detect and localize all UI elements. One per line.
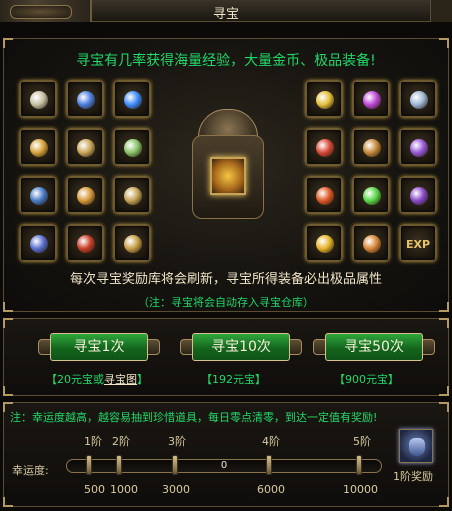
bracelet-icon [30,187,48,205]
treasure-panel: 寻宝有几率获得海量经验，大量金币、极品装备! EXP 每次寻宝奖励库将会刷新，寻… [3,38,449,312]
reward-slot[interactable] [114,129,150,165]
reward-pool-left [20,81,150,261]
tier-1-marker [86,455,92,475]
reward-slot[interactable] [306,177,342,213]
tier-4-label: 4阶 [262,435,280,448]
reward-slot[interactable] [353,177,389,213]
luck-label: 幸运度: [12,464,49,477]
draw-panel: 寻宝1次 寻宝10次 寻宝50次 【20元宝或寻宝图】 【192元宝】 【900… [3,318,449,396]
reward-slot[interactable] [306,81,342,117]
tier-5-label: 5阶 [353,435,371,448]
reward-slot[interactable] [20,81,56,117]
reward-slot[interactable] [67,177,103,213]
reward-slot[interactable] [400,129,436,165]
tier-reward-label: 1阶奖励 [393,470,433,483]
reward-slot[interactable] [400,81,436,117]
luck-progress-bar: 0 [66,459,382,473]
gold-bracelet-icon [77,187,95,205]
ring-icon [30,91,48,109]
reward-slot[interactable] [67,81,103,117]
window-title: 寻宝 [212,7,239,22]
reward-slot[interactable] [114,81,150,117]
gold-orb-icon [316,91,334,109]
red-orb-icon [316,187,334,205]
storage-note: （注：寻宝将会自动存入寻宝仓库） [138,296,314,309]
gold-box-icon [316,235,334,253]
reward-slot[interactable] [20,177,56,213]
root-icon [363,139,381,157]
silver-orb-icon [410,91,428,109]
draw-fifty-label: 寻宝50次 [325,333,423,361]
reward-slot[interactable] [67,225,103,261]
treasure-map-link[interactable]: 寻宝图 [104,373,137,386]
boots-icon [30,235,48,253]
draw-fifty-cost: 【900元宝】 [334,373,399,386]
bag-icon [409,438,425,456]
sapphire-ring-icon [77,91,95,109]
reward-slot[interactable] [353,81,389,117]
tier-5-marker [356,455,362,475]
reward-slot[interactable] [306,129,342,165]
tier-reward-bag-icon[interactable] [399,429,433,463]
reward-slot[interactable] [114,177,150,213]
draw-ten-button[interactable]: 寻宝10次 [180,333,302,361]
draw-once-button[interactable]: 寻宝1次 [38,333,160,361]
luck-panel: 注：幸运度越高，越容易抽到珍惜道具，每日零点清零，到达一定值有奖励! 幸运度: … [3,402,449,507]
draw-fifty-button[interactable]: 寻宝50次 [313,333,435,361]
lion-totem [192,109,264,221]
luck-note: 注：幸运度越高，越容易抽到珍惜道具，每日零点清零，到达一定值有奖励! [10,411,378,424]
reward-slot[interactable] [20,225,56,261]
tier-4-value: 6000 [257,483,285,496]
reward-slot[interactable] [353,225,389,261]
red-boots-icon [77,235,95,253]
tier-3-marker [172,455,178,475]
tier-2-value: 1000 [110,483,138,496]
reward-slot[interactable] [306,225,342,261]
reward-slot[interactable]: EXP [400,225,436,261]
exp-icon: EXP [405,238,431,251]
draw-once-cost: 【20元宝或寻宝图】 [46,371,148,387]
refresh-info: 每次寻宝奖励库将会刷新，寻宝所得装备必出极品属性 [69,272,382,287]
scroll-icon [363,235,381,253]
purple-claw-icon [410,187,428,205]
gold-ring-icon [30,139,48,157]
ornate-ring-icon [77,139,95,157]
cost-prefix: 【20元宝或 [46,373,104,386]
title-bar: 寻宝 [0,0,452,22]
draw-ten-label: 寻宝10次 [192,333,290,361]
title-bar-edge [430,0,452,22]
tier-1-value: 500 [84,483,105,496]
tier-1-label: 1阶 [84,435,102,448]
tier-4-marker [266,455,272,475]
purple-orb-icon [363,91,381,109]
draw-once-label: 寻宝1次 [50,333,148,361]
reward-pool-right: EXP [306,81,436,261]
tier-2-marker [116,455,122,475]
reward-slot[interactable] [20,129,56,165]
tier-3-value: 3000 [162,483,190,496]
tier-2-label: 2阶 [112,435,130,448]
reward-slot[interactable] [67,129,103,165]
treasure-headline: 寻宝有几率获得海量经验，大量金币、极品装备! [76,53,376,69]
blue-gem-icon [124,91,142,109]
jade-ring-icon [124,139,142,157]
gold-boots-icon [124,235,142,253]
luck-value: 0 [220,460,228,471]
tier-3-label: 3阶 [168,435,186,448]
green-orb-icon [363,187,381,205]
glove-icon [124,187,142,205]
dragon-emblem-icon [210,157,246,195]
reward-slot[interactable] [400,177,436,213]
cost-suffix: 】 [137,373,148,386]
reward-slot[interactable] [353,129,389,165]
reward-slot[interactable] [114,225,150,261]
purple-crystal-icon [410,139,428,157]
draw-ten-cost: 【192元宝】 [201,373,266,386]
tier-5-value: 10000 [343,483,378,496]
red-amulet-icon [316,139,334,157]
